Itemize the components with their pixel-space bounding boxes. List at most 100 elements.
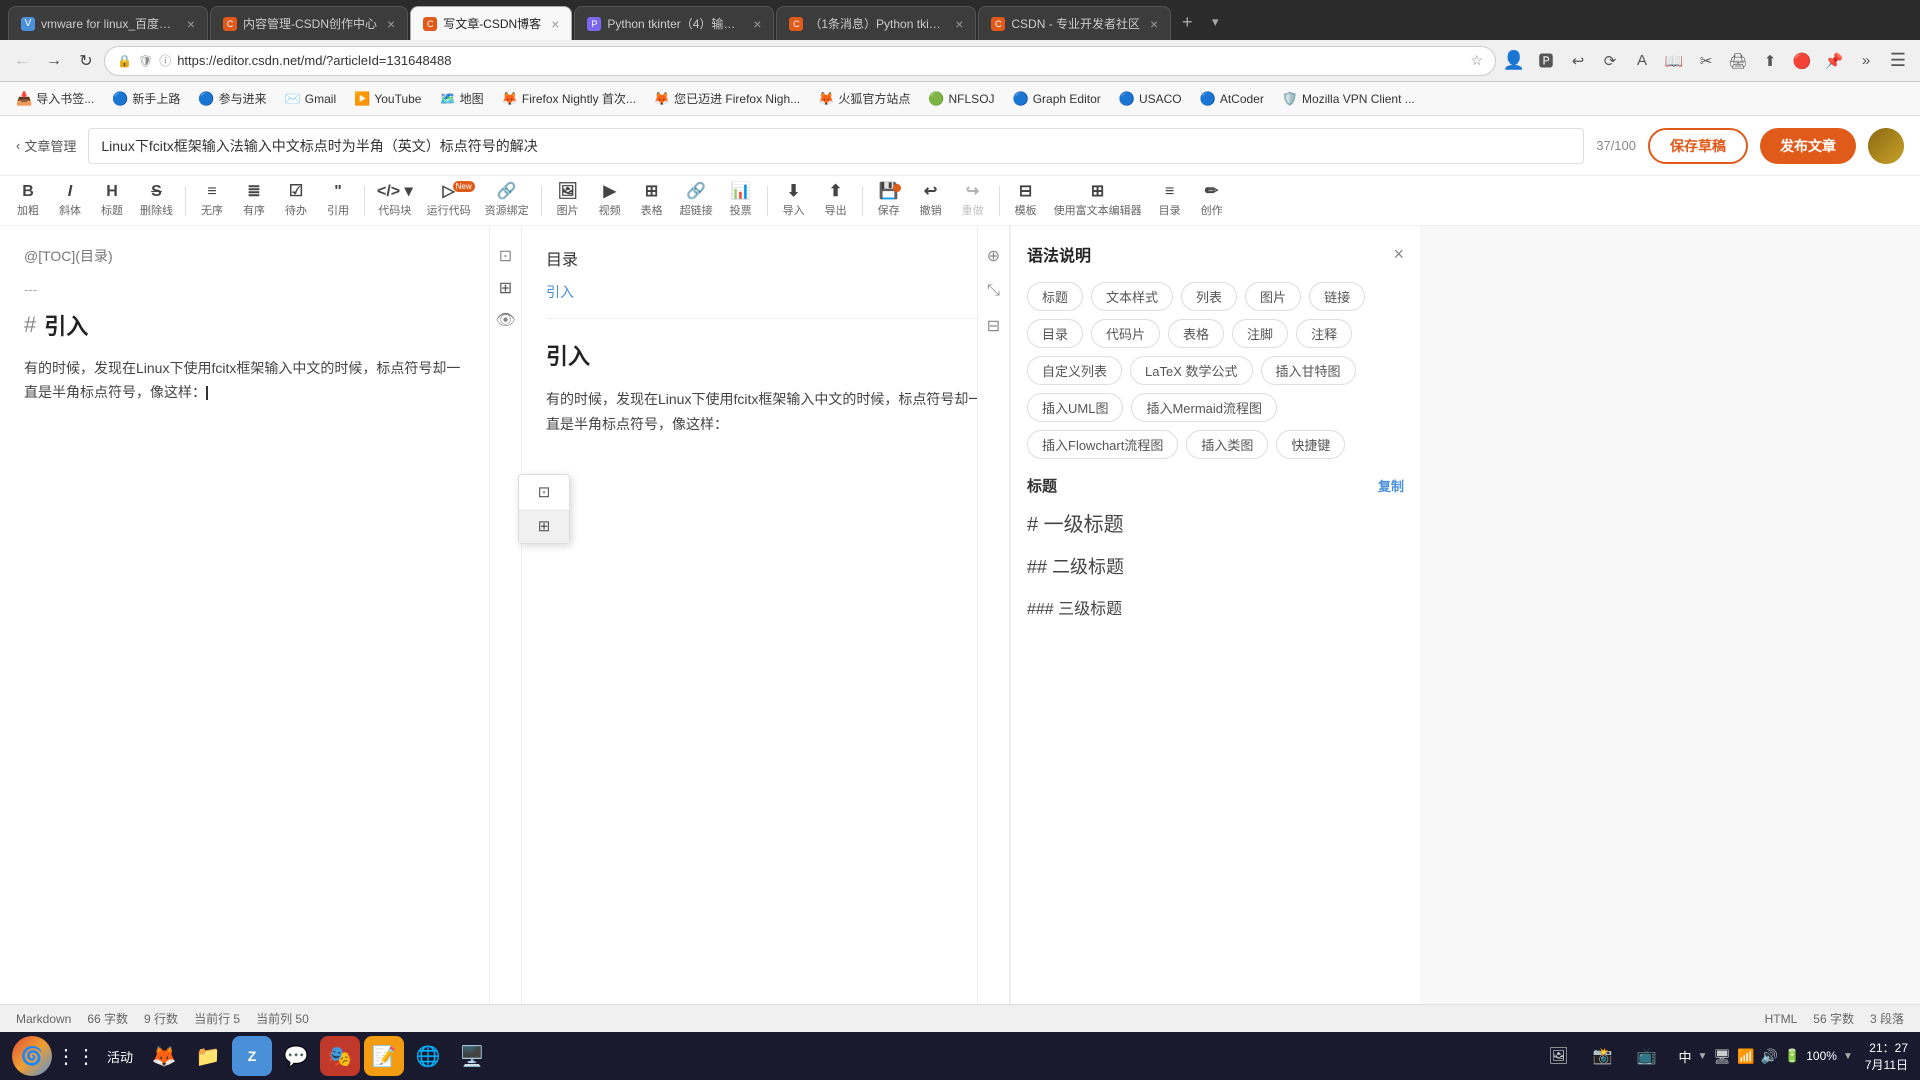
files-taskbar[interactable]: 📁	[188, 1036, 228, 1076]
up-button[interactable]: ⬆	[1756, 47, 1784, 75]
split-view-icon[interactable]: ⊞	[499, 278, 512, 298]
ordered-button[interactable]: ≣ 有序	[234, 179, 274, 223]
tag-custom-list[interactable]: 自定义列表	[1027, 356, 1122, 385]
tab2-close[interactable]: ×	[387, 16, 395, 32]
screenshot-button[interactable]: ✂	[1692, 47, 1720, 75]
bottom-icon[interactable]: ⊟	[987, 316, 1000, 336]
bold-button[interactable]: B 加粗	[8, 179, 48, 223]
italic-button[interactable]: I 斜体	[50, 179, 90, 223]
tab-3[interactable]: C 写文章-CSDN博客 ×	[410, 6, 572, 40]
wechat-taskbar[interactable]: 💬	[276, 1036, 316, 1076]
ime-lang-indicator[interactable]: 中	[1678, 1047, 1691, 1066]
tag-table[interactable]: 表格	[1168, 319, 1224, 348]
tab-1[interactable]: V vmware for linux_百度搜... ×	[8, 6, 208, 40]
task-button[interactable]: ☑ 待办	[276, 179, 316, 223]
back-to-manage[interactable]: ‹ 文章管理	[16, 136, 76, 155]
tab5-close[interactable]: ×	[955, 16, 963, 32]
article-title-input[interactable]	[88, 128, 1584, 164]
tab-5[interactable]: C （1条消息）Python tkinter... ×	[776, 6, 976, 40]
image-button[interactable]: 🖼 图片	[548, 179, 588, 223]
extra-app2[interactable]: 📸	[1582, 1036, 1622, 1076]
reload-button[interactable]: ↻	[72, 47, 100, 75]
tab4-close[interactable]: ×	[753, 16, 761, 32]
app5-taskbar[interactable]: 🌐	[408, 1036, 448, 1076]
tab-4[interactable]: P Python tkinter（4）输入... ×	[574, 6, 774, 40]
pin-icon[interactable]: 📌	[1820, 47, 1848, 75]
publish-button[interactable]: 发布文章	[1760, 128, 1856, 164]
tag-shortcuts[interactable]: 快捷键	[1276, 430, 1345, 459]
more-tools[interactable]: »	[1852, 47, 1880, 75]
tab1-close[interactable]: ×	[187, 16, 195, 32]
bookmark-vpn[interactable]: 🛡️ Mozilla VPN Client ...	[1274, 86, 1423, 112]
pocket-button[interactable]: 🅿	[1532, 47, 1560, 75]
tag-code[interactable]: 代码片	[1091, 319, 1160, 348]
network-icon[interactable]: 📶	[1737, 1048, 1754, 1065]
menu-button[interactable]: ☰	[1884, 47, 1912, 75]
bookmark-nflsoj[interactable]: 🟢 NFLSOJ	[920, 86, 1002, 112]
tag-flowchart[interactable]: 插入Flowchart流程图	[1027, 430, 1178, 459]
tag-gantt[interactable]: 插入甘特图	[1261, 356, 1356, 385]
extra-app3[interactable]: 📺	[1626, 1036, 1666, 1076]
preview-toggle-icon[interactable]: ⊡	[499, 246, 512, 266]
bookmark-firefox1[interactable]: 🦊 Firefox Nightly 首次...	[494, 86, 644, 112]
code-block-button[interactable]: </> ▾ 代码块	[371, 179, 419, 223]
tag-list[interactable]: 列表	[1181, 282, 1237, 311]
reader-button[interactable]: 📖	[1660, 47, 1688, 75]
expand-icon[interactable]: ⤡	[987, 282, 1000, 300]
back-button[interactable]: ←	[8, 47, 36, 75]
address-bar[interactable]: 🔒 🛡 ⓘ https://editor.csdn.net/md/?articl…	[104, 46, 1496, 76]
tab3-close[interactable]: ×	[551, 16, 559, 32]
strikethrough-button[interactable]: S 删除线	[134, 179, 179, 223]
user-avatar[interactable]	[1868, 128, 1904, 164]
bookmark-gmail[interactable]: ✉️ Gmail	[277, 86, 345, 112]
forward-button[interactable]: →	[40, 47, 68, 75]
tab-overflow-button[interactable]: ▾	[1203, 8, 1227, 36]
save-draft-button[interactable]: 保存草稿	[1648, 128, 1748, 164]
tag-heading[interactable]: 标题	[1027, 282, 1083, 311]
tag-toc[interactable]: 目录	[1027, 319, 1083, 348]
bookmark-grapheditor[interactable]: 🔵 Graph Editor	[1005, 86, 1109, 112]
bookmark-join[interactable]: 🔵 参与进来	[190, 86, 274, 112]
app3-taskbar[interactable]: 🎭	[320, 1036, 360, 1076]
back-btn2[interactable]: ↩	[1564, 47, 1592, 75]
export-button[interactable]: ⬆ 导出	[816, 179, 856, 223]
save-button[interactable]: 💾 保存	[869, 179, 909, 223]
run-code-button[interactable]: New ▷ 运行代码	[421, 179, 477, 223]
bookmark-newbie[interactable]: 🔵 新手上路	[104, 86, 188, 112]
import-button[interactable]: ⬇ 导入	[774, 179, 814, 223]
dropdown-item-1[interactable]: ⊡	[519, 475, 569, 509]
resource-bind-button[interactable]: 🔗 资源绑定	[479, 179, 535, 223]
datetime-display[interactable]: 21：27 7月11日	[1865, 1039, 1908, 1073]
tag-latex[interactable]: LaTeX 数学公式	[1130, 356, 1252, 385]
vpn-icon[interactable]: 🔴	[1788, 47, 1816, 75]
audio-icon[interactable]: 🔊	[1761, 1048, 1778, 1065]
markdown-editor[interactable]: @[TOC](目录) --- # 引入 有的时候，发现在Linux下使用fcit…	[0, 226, 490, 1004]
preview-toc-item[interactable]: 引入	[546, 282, 985, 302]
video-button[interactable]: ▶ 视频	[590, 179, 630, 223]
screen-icon[interactable]: 🖥	[1713, 1048, 1731, 1065]
star-icon[interactable]: ☆	[1470, 52, 1483, 69]
redo-button[interactable]: ↪ 重做	[953, 179, 993, 223]
bookmark-usaco[interactable]: 🔵 USACO	[1111, 86, 1190, 112]
heading-button[interactable]: H 标题	[92, 179, 132, 223]
rich-editor-button[interactable]: ⊞ 使用富文本编辑器	[1048, 179, 1148, 223]
hyperlink-button[interactable]: 🔗 超链接	[674, 179, 719, 223]
app2-taskbar[interactable]: Z	[232, 1036, 272, 1076]
profile-button[interactable]: 👤	[1500, 47, 1528, 75]
tag-class-diagram[interactable]: 插入类图	[1186, 430, 1268, 459]
tag-footnote[interactable]: 注脚	[1232, 319, 1288, 348]
dropdown-item-2[interactable]: ⊞	[519, 509, 569, 543]
firefox-taskbar[interactable]: 🦊	[144, 1036, 184, 1076]
activities-button[interactable]: 活动	[100, 1036, 140, 1076]
tag-mermaid[interactable]: 插入Mermaid流程图	[1131, 393, 1277, 422]
toc-button[interactable]: ≡ 目录	[1150, 179, 1190, 223]
table-button[interactable]: ⊞ 表格	[632, 179, 672, 223]
app-grid-button[interactable]: ⋮⋮	[56, 1036, 96, 1076]
extra-app1[interactable]: 🖼	[1538, 1036, 1578, 1076]
poll-button[interactable]: 📊 投票	[721, 179, 761, 223]
bookmark-import[interactable]: 📥 导入书签...	[8, 86, 102, 112]
syntax-panel-close[interactable]: ×	[1393, 244, 1404, 265]
print-button[interactable]: 🖨	[1724, 47, 1752, 75]
zorin-menu-icon[interactable]: 🌀	[12, 1036, 52, 1076]
tab6-close[interactable]: ×	[1150, 16, 1158, 32]
